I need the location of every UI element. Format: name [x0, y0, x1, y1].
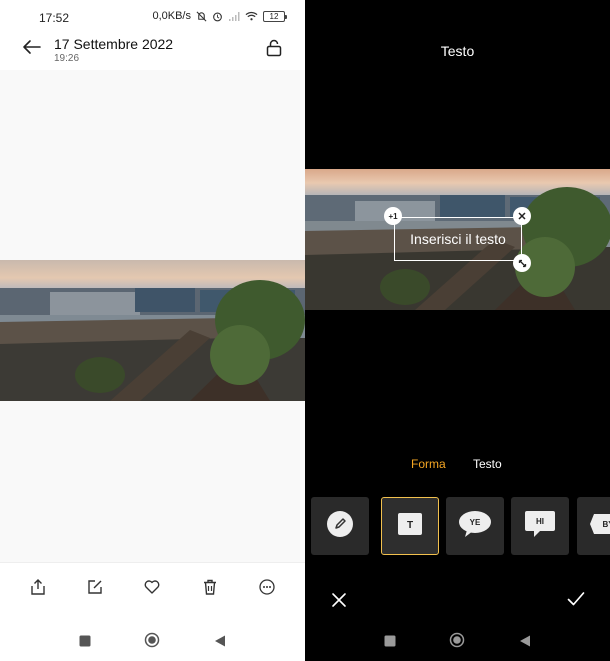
- svg-text:YE: YE: [470, 518, 481, 527]
- back-triangle-icon[interactable]: [519, 634, 531, 652]
- heart-icon[interactable]: [143, 578, 161, 596]
- tab-forma[interactable]: Forma: [411, 457, 446, 471]
- viewer-header: 17 Settembre 2022 19:26: [0, 34, 305, 70]
- photo[interactable]: [0, 260, 305, 401]
- system-nav-bar: [305, 612, 610, 661]
- close-handle-icon[interactable]: [513, 207, 531, 225]
- photo-date-title: 17 Settembre 2022: [54, 36, 174, 52]
- pencil-icon: [326, 510, 354, 543]
- system-nav-bar: [0, 612, 305, 661]
- shape-square-bubble[interactable]: HI: [511, 497, 569, 555]
- shape-pencil[interactable]: [311, 497, 369, 555]
- shape-picker: T YE HI BY: [305, 497, 610, 555]
- more-options-icon[interactable]: [258, 578, 276, 596]
- signal-icon: [228, 11, 240, 21]
- share-icon[interactable]: [29, 578, 47, 596]
- speech-bubble-icon: YE: [458, 510, 492, 543]
- editor-action-bar: [305, 590, 610, 612]
- shape-text-box[interactable]: T: [381, 497, 439, 555]
- mute-icon: [196, 11, 207, 22]
- editor-tabs: Forma Testo: [305, 457, 610, 473]
- svg-text:HI: HI: [536, 517, 544, 526]
- tab-testo[interactable]: Testo: [473, 457, 502, 471]
- recents-square-icon[interactable]: [79, 634, 91, 652]
- net-speed: 0,0KB/s: [152, 10, 191, 22]
- status-bar: 17:52 0,0KB/s 12: [0, 0, 305, 34]
- confirm-check-icon[interactable]: [567, 591, 585, 612]
- unlock-icon[interactable]: [265, 39, 283, 57]
- speech-bubble-square-icon: HI: [524, 510, 556, 543]
- svg-text:T: T: [407, 520, 413, 531]
- cancel-icon[interactable]: [331, 592, 347, 613]
- home-circle-icon[interactable]: [144, 632, 160, 653]
- home-circle-icon[interactable]: [449, 632, 465, 653]
- status-time: 17:52: [39, 11, 70, 25]
- recents-square-icon[interactable]: [384, 634, 396, 652]
- resize-handle-icon[interactable]: [513, 254, 531, 272]
- trash-icon[interactable]: [201, 578, 219, 596]
- text-editor-screen: Testo Inserisci il testo +1 Forma Testo …: [305, 0, 610, 661]
- speech-bubble-tag-icon: BY: [590, 512, 610, 541]
- wifi-icon: [245, 11, 258, 21]
- alarm-icon: [212, 11, 223, 22]
- text-overlay-box[interactable]: Inserisci il testo: [394, 217, 522, 261]
- editing-canvas[interactable]: Inserisci il testo +1: [305, 169, 610, 310]
- duplicate-handle[interactable]: +1: [384, 207, 402, 225]
- shape-tag-bubble[interactable]: BY: [577, 497, 610, 555]
- viewer-action-bar: [0, 562, 305, 612]
- text-box-icon: T: [398, 512, 422, 540]
- shape-speech-bubble[interactable]: YE: [446, 497, 504, 555]
- back-arrow-icon[interactable]: [22, 39, 42, 55]
- editor-title: Testo: [440, 43, 475, 59]
- photo-viewer-screen: 17:52 0,0KB/s 12 17 Settembre 2022 19:26: [0, 0, 305, 661]
- svg-text:BY: BY: [602, 520, 610, 529]
- edit-icon[interactable]: [86, 578, 104, 596]
- photo-time-subtitle: 19:26: [54, 53, 80, 64]
- text-placeholder[interactable]: Inserisci il testo: [410, 231, 506, 247]
- battery-indicator: 12: [263, 10, 287, 22]
- back-triangle-icon[interactable]: [214, 634, 226, 652]
